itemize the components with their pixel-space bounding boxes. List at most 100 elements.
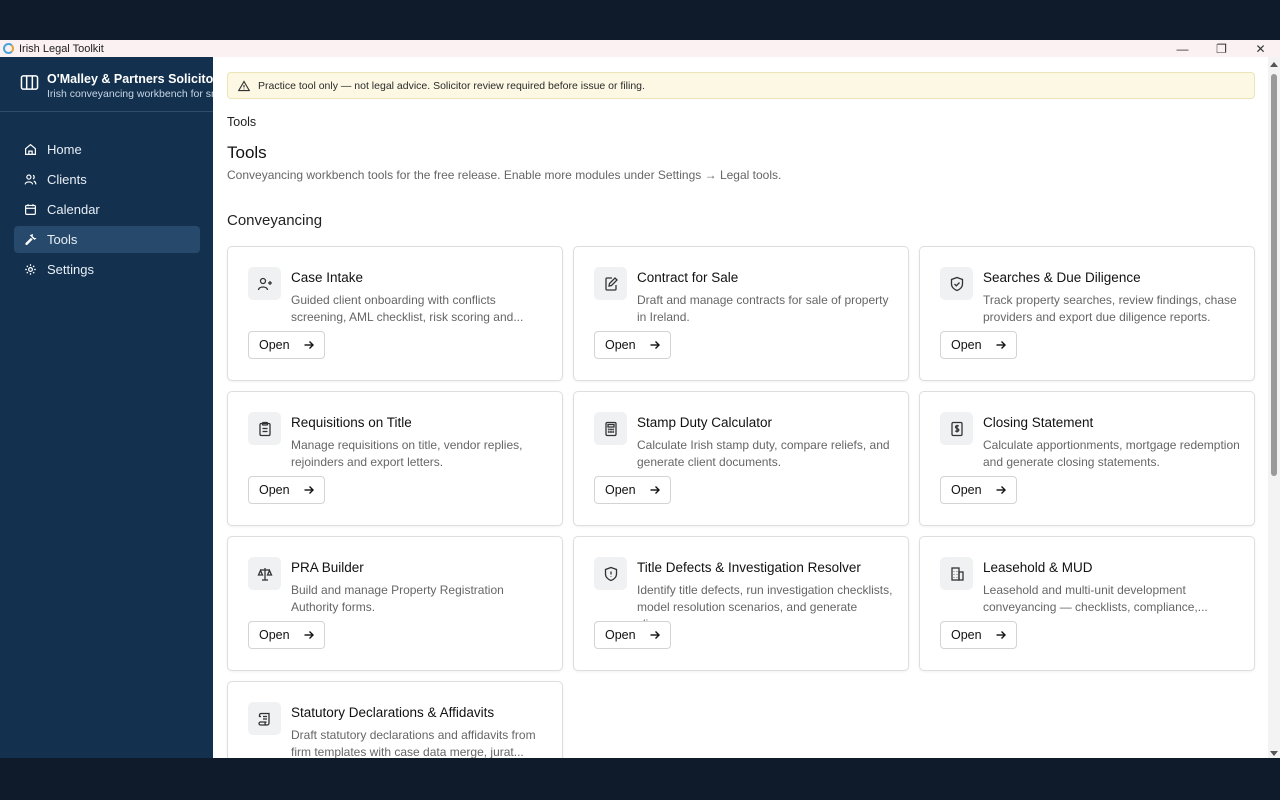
open-button[interactable]: Open — [940, 476, 1017, 504]
open-label: Open — [605, 628, 636, 642]
sidebar-item-label: Tools — [47, 232, 78, 247]
calculator-icon — [604, 421, 617, 436]
tool-description: Calculate apportionments, mortgage redem… — [983, 438, 1240, 469]
scroll-icon — [257, 712, 270, 726]
scale-icon — [256, 567, 273, 581]
building-icon — [950, 566, 964, 581]
main-content: Practice tool only — not legal advice. S… — [213, 57, 1268, 758]
tool-title: Leasehold & MUD — [983, 560, 1093, 575]
tool-card-searches-due-diligence: Searches & Due Diligence Track property … — [919, 246, 1255, 381]
tool-description: Calculate Irish stamp duty, compare reli… — [637, 438, 890, 469]
open-label: Open — [605, 483, 636, 497]
tool-description: Identify title defects, run investigatio… — [637, 583, 893, 631]
open-button[interactable]: Open — [248, 621, 325, 649]
open-label: Open — [259, 628, 290, 642]
sidebar-item-label: Clients — [47, 172, 87, 187]
tool-title: Searches & Due Diligence — [983, 270, 1141, 285]
receipt-icon — [950, 421, 963, 436]
page-title: Tools — [227, 143, 267, 162]
firm-name: O'Malley & Partners Solicitors — [47, 72, 213, 86]
tool-title: Requisitions on Title — [291, 415, 412, 430]
open-button[interactable]: Open — [248, 476, 325, 504]
open-label: Open — [951, 483, 982, 497]
vertical-scrollbar[interactable] — [1268, 57, 1280, 758]
scrollbar-thumb[interactable] — [1271, 74, 1277, 476]
calendar-icon — [25, 204, 36, 215]
screen-bottom-bar — [0, 758, 1280, 800]
user-plus-icon — [257, 277, 272, 290]
open-label: Open — [259, 338, 290, 352]
home-icon — [25, 143, 36, 155]
arrow-right-icon — [304, 341, 314, 349]
scroll-down-arrow-icon[interactable] — [1270, 751, 1278, 756]
tool-title: Contract for Sale — [637, 270, 739, 285]
arrow-right-icon — [304, 631, 314, 639]
shield-check-icon — [950, 276, 963, 291]
sidebar-item-label: Settings — [47, 262, 94, 277]
tool-description: Draft and manage contracts for sale of p… — [637, 293, 889, 324]
tool-title: Statutory Declarations & Affidavits — [291, 705, 495, 720]
firm-tagline: Irish conveyancing workbench for small f… — [47, 88, 213, 100]
screen-top-bar — [0, 0, 1280, 40]
window-controls: — ❐ ✕ — [1163, 40, 1280, 57]
tool-title: Closing Statement — [983, 415, 1094, 430]
breadcrumb: Tools — [227, 115, 257, 129]
tool-card-contract-for-sale: Contract for Sale Draft and manage contr… — [573, 246, 909, 381]
open-button[interactable]: Open — [594, 621, 671, 649]
open-label: Open — [259, 483, 290, 497]
minimize-button[interactable]: — — [1163, 40, 1202, 57]
clipboard-icon — [258, 421, 271, 436]
close-button[interactable]: ✕ — [1241, 40, 1280, 57]
tool-description: Manage requisitions on title, vendor rep… — [291, 438, 523, 469]
arrow-right-icon — [304, 486, 314, 494]
open-label: Open — [605, 338, 636, 352]
sidebar: O'Malley & Partners Solicitors Irish con… — [0, 57, 213, 758]
sidebar-item-label: Calendar — [47, 202, 100, 217]
tool-card-requisitions-on-title: Requisitions on Title Manage requisition… — [227, 391, 563, 526]
tool-description: Leasehold and multi-unit development con… — [983, 583, 1208, 614]
tool-card-pra-builder: PRA Builder Build and manage Property Re… — [227, 536, 563, 671]
disclaimer-banner: Practice tool only — not legal advice. S… — [227, 72, 1255, 99]
section-title-conveyancing: Conveyancing — [227, 212, 323, 229]
tool-title: Case Intake — [291, 270, 364, 285]
window-titlebar: Irish Legal Toolkit — ❐ ✕ — [0, 40, 1280, 57]
tool-card-title-defects-resolver: Title Defects & Investigation Resolver I… — [573, 536, 909, 671]
sidebar-item-settings[interactable]: Settings — [14, 256, 200, 283]
shield-alert-icon — [604, 566, 617, 581]
tool-description: Track property searches, review findings… — [983, 293, 1237, 324]
open-button[interactable]: Open — [248, 331, 325, 359]
open-button[interactable]: Open — [594, 331, 671, 359]
sidebar-nav: Home Clients Calendar Tools Settings — [14, 136, 200, 286]
open-label: Open — [951, 628, 982, 642]
tool-title: Title Defects & Investigation Resolver — [637, 560, 861, 575]
tool-title: Stamp Duty Calculator — [637, 415, 773, 430]
tool-card-case-intake: Case Intake Guided client onboarding wit… — [227, 246, 563, 381]
arrow-right-icon — [650, 486, 660, 494]
arrow-right-icon — [996, 631, 1006, 639]
arrow-right-icon — [996, 341, 1006, 349]
sidebar-item-tools[interactable]: Tools — [14, 226, 200, 253]
sidebar-item-label: Home — [47, 142, 82, 157]
tool-title: PRA Builder — [291, 560, 364, 575]
open-button[interactable]: Open — [594, 476, 671, 504]
arrow-right-icon — [650, 341, 660, 349]
tool-card-closing-statement: Closing Statement Calculate apportionmen… — [919, 391, 1255, 526]
sidebar-item-home[interactable]: Home — [14, 136, 200, 163]
open-button[interactable]: Open — [940, 621, 1017, 649]
tool-card-leasehold-mud: Leasehold & MUD Leasehold and multi-unit… — [919, 536, 1255, 671]
scroll-up-arrow-icon[interactable] — [1270, 62, 1278, 67]
tool-description: Build and manage Property Registration A… — [291, 583, 504, 614]
disclaimer-text: Practice tool only — not legal advice. S… — [258, 79, 645, 92]
sidebar-item-clients[interactable]: Clients — [14, 166, 200, 193]
maximize-button[interactable]: ❐ — [1202, 40, 1241, 57]
open-button[interactable]: Open — [940, 331, 1017, 359]
sidebar-item-calendar[interactable]: Calendar — [14, 196, 200, 223]
arrow-right-icon — [650, 631, 660, 639]
page-subtitle: Conveyancing workbench tools for the fre… — [227, 168, 782, 182]
users-icon — [24, 174, 37, 185]
window-title: Irish Legal Toolkit — [19, 42, 104, 55]
tool-card-statutory-declarations: Statutory Declarations & Affidavits Draf… — [227, 681, 563, 758]
gear-icon — [25, 264, 36, 275]
warning-icon — [238, 79, 250, 91]
tool-card-stamp-duty-calculator: Stamp Duty Calculator Calculate Irish st… — [573, 391, 909, 526]
